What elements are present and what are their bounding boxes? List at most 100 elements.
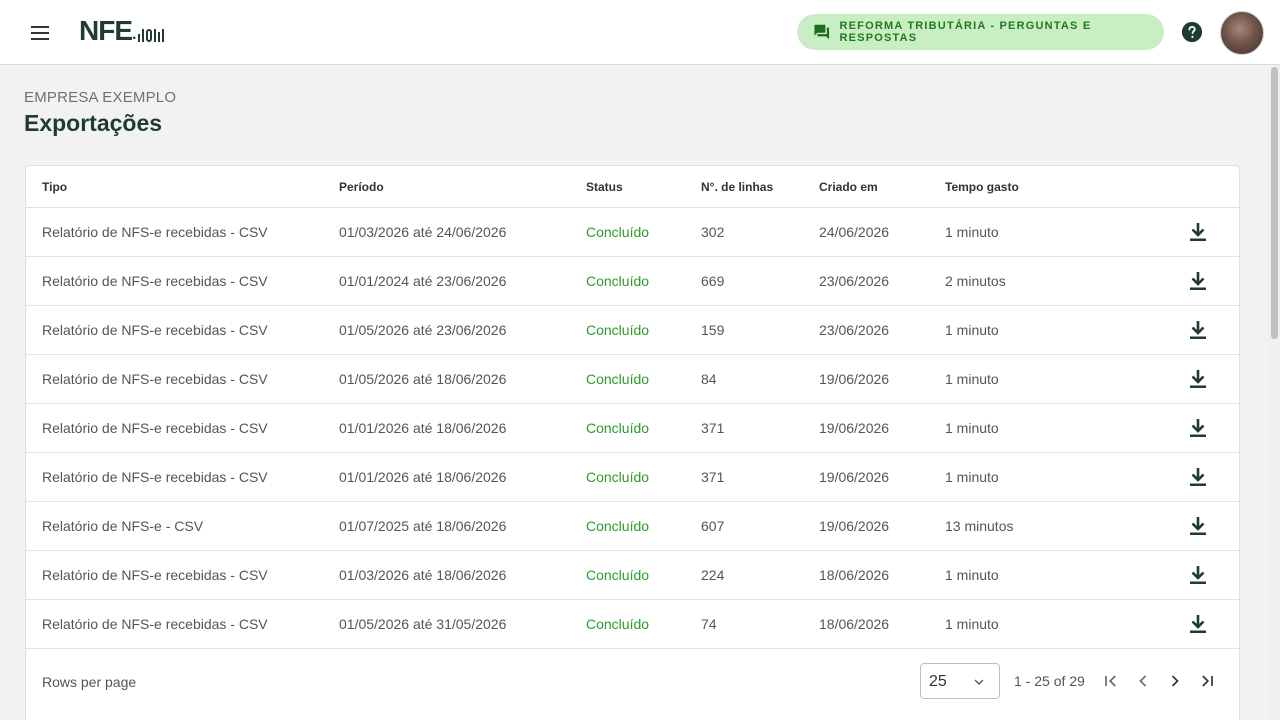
row-periodo: 01/03/2026 até 18/06/2026 [339, 567, 507, 583]
row-periodo: 01/01/2026 até 18/06/2026 [339, 420, 507, 436]
row-linhas: 84 [701, 371, 717, 387]
download-icon [1190, 517, 1206, 535]
exports-table: Tipo Período Status N°. de linhas Criado… [25, 165, 1240, 720]
row-criado-em: 23/06/2026 [819, 273, 890, 289]
row-status: Concluído [586, 420, 650, 436]
download-button[interactable] [1187, 515, 1209, 537]
row-criado-em: 24/06/2026 [819, 224, 890, 240]
table-row: Relatório de NFS-e recebidas - CSV 01/03/… [26, 208, 1239, 257]
row-tempo-gasto: 2 minutos [945, 273, 1006, 289]
top-bar: NFE . REFORMA TRIBUTÁRIA - PERGUNTAS E R… [0, 0, 1280, 65]
download-button[interactable] [1187, 270, 1209, 292]
table-row: Relatório de NFS-e recebidas - CSV 01/01/… [26, 404, 1239, 453]
row-tipo: Relatório de NFS-e - CSV [42, 518, 204, 534]
page-scrollbar[interactable] [1269, 65, 1279, 720]
logo-bars-icon [138, 29, 165, 42]
menu-button[interactable] [26, 19, 54, 47]
row-periodo: 01/03/2026 até 24/06/2026 [339, 224, 507, 240]
logo-text: NFE [79, 15, 133, 46]
row-linhas: 224 [701, 567, 725, 583]
column-header-linhas[interactable]: N°. de linhas [701, 180, 773, 194]
column-header-tipo[interactable]: Tipo [42, 180, 67, 194]
table-row: Relatório de NFS-e recebidas - CSV 01/05/… [26, 306, 1239, 355]
download-button[interactable] [1187, 417, 1209, 439]
rows-per-page-select[interactable]: 25 [920, 663, 1000, 699]
row-linhas: 607 [701, 518, 725, 534]
row-tipo: Relatório de NFS-e recebidas - CSV [42, 616, 268, 632]
download-button[interactable] [1187, 221, 1209, 243]
row-status: Concluído [586, 371, 650, 387]
download-button[interactable] [1187, 319, 1209, 341]
table-header: Tipo Período Status N°. de linhas Criado… [26, 166, 1239, 208]
nfe-logo[interactable]: NFE . [79, 15, 165, 46]
table-row: Relatório de NFS-e recebidas - CSV 01/05/… [26, 355, 1239, 404]
row-tempo-gasto: 1 minuto [945, 322, 999, 338]
row-tipo: Relatório de NFS-e recebidas - CSV [42, 322, 268, 338]
row-status: Concluído [586, 322, 650, 338]
row-criado-em: 19/06/2026 [819, 371, 890, 387]
table-row: Relatório de NFS-e recebidas - CSV 01/01/… [26, 257, 1239, 306]
row-tempo-gasto: 1 minuto [945, 420, 999, 436]
column-header-status[interactable]: Status [586, 180, 623, 194]
chevron-right-icon[interactable] [1165, 671, 1185, 691]
table-row: Relatório de NFS-e recebidas - CSV 01/05/… [26, 600, 1239, 649]
pagination-range: 1 - 25 of 29 [1014, 673, 1085, 689]
download-icon [1190, 370, 1206, 388]
table-body: Relatório de NFS-e recebidas - CSV 01/03/… [26, 208, 1239, 649]
column-header-tempo[interactable]: Tempo gasto [945, 180, 1019, 194]
row-status: Concluído [586, 518, 650, 534]
menu-icon [31, 26, 49, 40]
chevron-left-icon[interactable] [1133, 671, 1153, 691]
row-tipo: Relatório de NFS-e recebidas - CSV [42, 273, 268, 289]
row-tempo-gasto: 1 minuto [945, 469, 999, 485]
row-linhas: 302 [701, 224, 725, 240]
table-row: Relatório de NFS-e recebidas - CSV 01/01/… [26, 453, 1239, 502]
scrollbar-thumb[interactable] [1271, 67, 1278, 339]
download-button[interactable] [1187, 613, 1209, 635]
column-header-periodo[interactable]: Período [339, 180, 384, 194]
company-name: EMPRESA EXEMPLO [24, 89, 177, 106]
row-periodo: 01/05/2026 até 23/06/2026 [339, 322, 507, 338]
row-criado-em: 18/06/2026 [819, 567, 890, 583]
download-icon [1190, 615, 1206, 633]
rows-per-page-label: Rows per page [42, 674, 137, 690]
row-periodo: 01/01/2024 até 23/06/2026 [339, 273, 507, 289]
download-icon [1190, 223, 1206, 241]
row-periodo: 01/05/2026 até 31/05/2026 [339, 616, 507, 632]
row-tempo-gasto: 1 minuto [945, 616, 999, 632]
row-linhas: 371 [701, 420, 725, 436]
row-tipo: Relatório de NFS-e recebidas - CSV [42, 420, 268, 436]
first-page-icon[interactable] [1101, 671, 1121, 691]
row-status: Concluído [586, 616, 650, 632]
row-tipo: Relatório de NFS-e recebidas - CSV [42, 224, 268, 240]
row-tempo-gasto: 1 minuto [945, 371, 999, 387]
last-page-icon[interactable] [1197, 671, 1217, 691]
download-button[interactable] [1187, 466, 1209, 488]
row-linhas: 159 [701, 322, 725, 338]
download-button[interactable] [1187, 368, 1209, 390]
row-linhas: 371 [701, 469, 725, 485]
chevron-down-icon [974, 679, 984, 685]
logo-suffix: . [132, 26, 137, 43]
reforma-label: REFORMA TRIBUTÁRIA - PERGUNTAS E RESPOST… [839, 20, 1092, 44]
row-status: Concluído [586, 469, 650, 485]
table-pagination: Rows per page 25 1 - 25 of 29 [26, 644, 1239, 719]
column-header-criado[interactable]: Criado em [819, 180, 878, 194]
row-criado-em: 19/06/2026 [819, 469, 890, 485]
download-icon [1190, 419, 1206, 437]
download-button[interactable] [1187, 564, 1209, 586]
row-status: Concluído [586, 273, 650, 289]
row-tipo: Relatório de NFS-e recebidas - CSV [42, 567, 268, 583]
row-criado-em: 18/06/2026 [819, 616, 890, 632]
help-icon[interactable] [1181, 21, 1203, 43]
row-criado-em: 19/06/2026 [819, 420, 890, 436]
download-icon [1190, 321, 1206, 339]
reforma-tributaria-button[interactable]: REFORMA TRIBUTÁRIA - PERGUNTAS E RESPOST… [797, 14, 1164, 50]
row-tempo-gasto: 13 minutos [945, 518, 1014, 534]
row-periodo: 01/01/2026 até 18/06/2026 [339, 469, 507, 485]
table-row: Relatório de NFS-e - CSV 01/07/2025 até 1… [26, 502, 1239, 551]
rows-per-page-value: 25 [929, 673, 947, 690]
download-icon [1190, 468, 1206, 486]
row-tempo-gasto: 1 minuto [945, 567, 999, 583]
user-avatar[interactable] [1220, 11, 1264, 55]
